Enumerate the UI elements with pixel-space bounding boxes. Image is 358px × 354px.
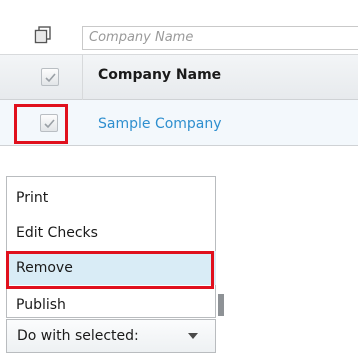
company-name-link[interactable]: Sample Company — [98, 116, 222, 132]
chevron-down-icon[interactable] — [188, 333, 198, 339]
company-name-filter-input[interactable]: Company Name — [82, 26, 358, 50]
menu-item-remove-highlight — [6, 251, 214, 289]
row-checkbox-highlight — [14, 104, 68, 144]
menu-item-publish[interactable]: Publish — [6, 288, 216, 322]
menu-item-edit-checks[interactable]: Edit Checks — [6, 216, 216, 250]
copy-icon[interactable] — [34, 26, 52, 44]
column-header-company-name[interactable]: Company Name — [98, 67, 221, 83]
menu-item-print[interactable]: Print — [6, 181, 216, 215]
select-all-checkbox[interactable] — [41, 68, 59, 86]
do-with-selected-dropdown[interactable]: Do with selected: — [6, 319, 216, 353]
menu-edge-marker — [218, 294, 224, 316]
